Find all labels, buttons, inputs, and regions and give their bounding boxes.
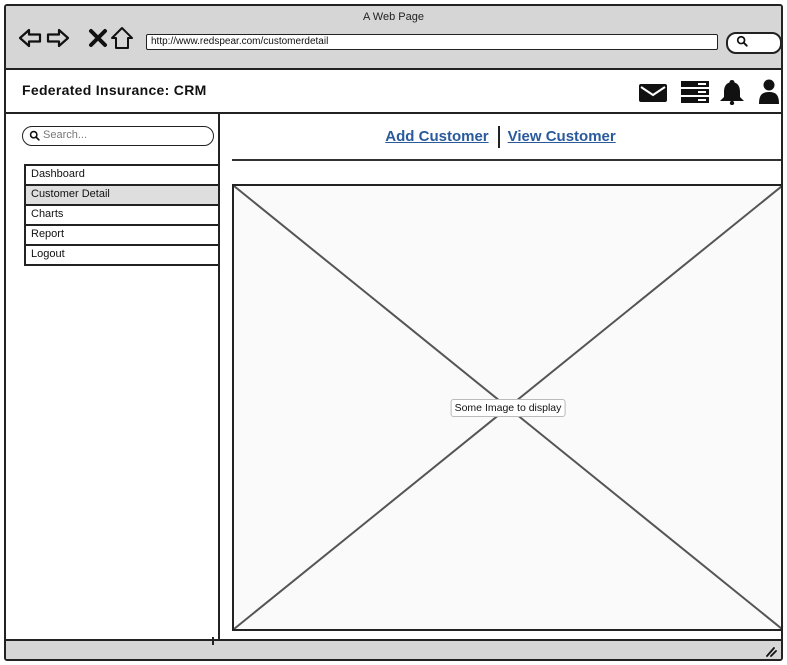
browser-statusbar bbox=[6, 639, 781, 659]
sidebar-item-charts[interactable]: Charts bbox=[24, 204, 220, 224]
sidebar-item-customer-detail[interactable]: Customer Detail bbox=[24, 184, 220, 204]
app-header: Federated Insurance: CRM bbox=[6, 70, 781, 114]
home-icon[interactable] bbox=[110, 26, 134, 50]
browser-titlebar: A Web Page http://www.redspear.com/custo… bbox=[6, 6, 781, 70]
customer-links: Add Customer View Customer bbox=[220, 126, 781, 148]
sidebar-divider-tail bbox=[212, 637, 214, 645]
view-customer-link[interactable]: View Customer bbox=[508, 128, 616, 145]
back-arrow-icon[interactable] bbox=[18, 26, 42, 50]
app-brand: Federated Insurance: CRM bbox=[22, 82, 207, 98]
image-caption: Some Image to display bbox=[450, 398, 566, 417]
resize-grip-icon[interactable] bbox=[763, 643, 777, 657]
browser-window: A Web Page http://www.redspear.com/custo… bbox=[4, 4, 783, 661]
bell-icon[interactable] bbox=[718, 79, 746, 105]
sidebar-item-logout[interactable]: Logout bbox=[24, 244, 220, 266]
main-content: Add Customer View Customer Some Image to … bbox=[220, 114, 781, 639]
search-input[interactable]: Search... bbox=[22, 126, 214, 146]
sidebar-menu: Dashboard Customer Detail Charts Report … bbox=[24, 164, 220, 266]
address-bar[interactable]: http://www.redspear.com/customerdetail bbox=[146, 34, 718, 50]
close-icon[interactable] bbox=[86, 26, 110, 50]
image-placeholder: Some Image to display bbox=[232, 184, 781, 631]
mail-icon[interactable] bbox=[638, 79, 668, 105]
add-customer-link[interactable]: Add Customer bbox=[385, 128, 488, 145]
search-icon bbox=[29, 130, 40, 141]
sidebar: Search... Dashboard Customer Detail Char… bbox=[6, 114, 220, 639]
browser-search-button[interactable] bbox=[726, 32, 781, 54]
window-title: A Web Page bbox=[363, 11, 424, 23]
user-icon[interactable] bbox=[758, 79, 780, 105]
sidebar-item-dashboard[interactable]: Dashboard bbox=[24, 164, 220, 184]
content-divider bbox=[232, 159, 781, 161]
sidebar-item-report[interactable]: Report bbox=[24, 224, 220, 244]
forward-arrow-icon[interactable] bbox=[46, 26, 70, 50]
list-icon[interactable] bbox=[680, 79, 710, 105]
link-separator bbox=[497, 126, 500, 148]
search-placeholder: Search... bbox=[43, 129, 88, 141]
search-icon bbox=[736, 35, 748, 47]
